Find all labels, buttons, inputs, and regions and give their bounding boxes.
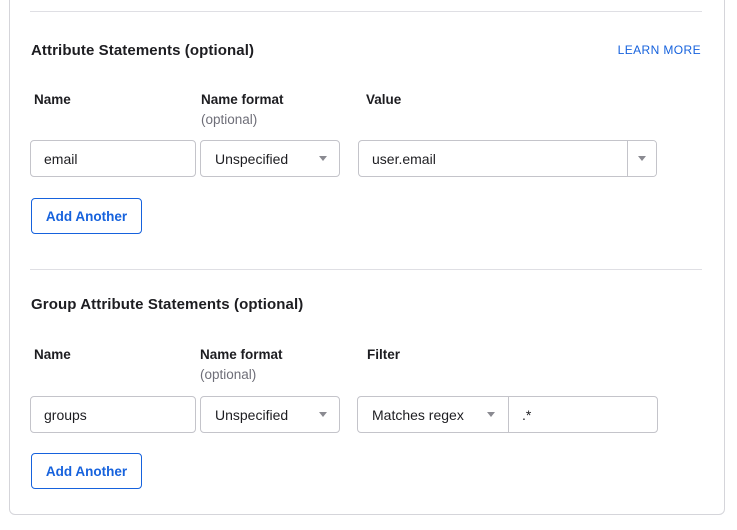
chevron-down-icon bbox=[319, 156, 327, 161]
section-divider-top bbox=[30, 11, 702, 12]
group-name-input[interactable] bbox=[30, 396, 196, 433]
group-add-another-button[interactable]: Add Another bbox=[31, 453, 142, 489]
group-filter-type-selected-value: Matches regex bbox=[372, 407, 464, 423]
group-filter-type-select[interactable]: Matches regex bbox=[358, 397, 509, 432]
chevron-down-icon bbox=[487, 412, 495, 417]
attr-name-input[interactable] bbox=[30, 140, 196, 177]
attr-name-format-optional-label: (optional) bbox=[201, 112, 257, 127]
learn-more-link[interactable]: LEARN MORE bbox=[560, 43, 701, 57]
attr-name-column-label: Name bbox=[34, 92, 71, 107]
group-name-format-column-label: Name format bbox=[200, 347, 283, 362]
attr-name-format-select[interactable]: Unspecified bbox=[200, 140, 340, 177]
settings-panel bbox=[9, 0, 725, 515]
group-name-column-label: Name bbox=[34, 347, 71, 362]
attr-name-format-selected-value: Unspecified bbox=[215, 151, 288, 167]
group-name-format-optional-label: (optional) bbox=[200, 367, 256, 382]
group-filter-value-input[interactable] bbox=[509, 397, 657, 432]
attr-name-format-column-label: Name format bbox=[201, 92, 284, 107]
attr-value-dropdown-button[interactable] bbox=[627, 141, 656, 176]
attribute-statements-title: Attribute Statements (optional) bbox=[31, 42, 254, 59]
attr-value-combo-field bbox=[358, 140, 657, 177]
group-name-format-selected-value: Unspecified bbox=[215, 407, 288, 423]
group-filter-column-label: Filter bbox=[367, 347, 400, 362]
group-filter-combo-field: Matches regex bbox=[357, 396, 658, 433]
attr-add-another-button[interactable]: Add Another bbox=[31, 198, 142, 234]
saml-settings-form: Attribute Statements (optional) LEARN MO… bbox=[0, 0, 737, 530]
attr-value-column-label: Value bbox=[366, 92, 401, 107]
chevron-down-icon bbox=[638, 156, 646, 161]
chevron-down-icon bbox=[319, 412, 327, 417]
group-name-format-select[interactable]: Unspecified bbox=[200, 396, 340, 433]
attr-value-input[interactable] bbox=[359, 141, 627, 176]
group-attribute-statements-title: Group Attribute Statements (optional) bbox=[31, 296, 303, 313]
section-divider-middle bbox=[30, 269, 702, 270]
